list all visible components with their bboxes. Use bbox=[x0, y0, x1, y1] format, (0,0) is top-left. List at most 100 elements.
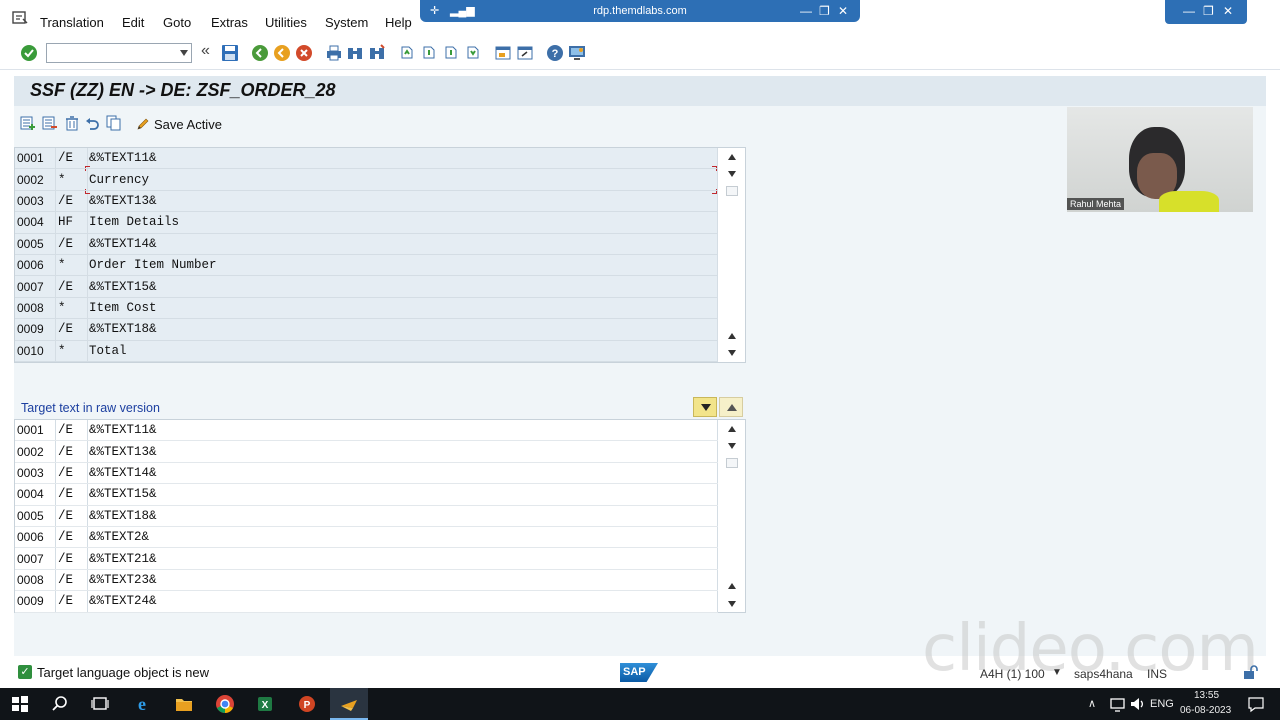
scroll-down-icon[interactable] bbox=[728, 350, 736, 356]
table-row[interactable]: 0010 * Total bbox=[15, 341, 718, 362]
excel-icon[interactable]: X bbox=[255, 694, 275, 714]
table-row[interactable]: 0006/E &%TEXT2& bbox=[15, 527, 718, 549]
format-column[interactable]: HF bbox=[58, 215, 73, 229]
chrome-icon[interactable] bbox=[215, 694, 235, 714]
vertical-scrollbar[interactable] bbox=[717, 420, 745, 612]
command-input[interactable] bbox=[47, 44, 167, 62]
lock-icon[interactable] bbox=[1243, 665, 1259, 679]
table-row[interactable]: 0004/E &%TEXT15& bbox=[15, 484, 718, 506]
format-column[interactable]: /E bbox=[58, 194, 73, 208]
text-line[interactable]: Item Details bbox=[89, 215, 179, 229]
shortcut-icon[interactable] bbox=[516, 44, 534, 62]
menu-system[interactable]: System bbox=[325, 15, 368, 30]
text-line[interactable]: &%TEXT14& bbox=[89, 237, 157, 251]
clock-time[interactable]: 13:55 bbox=[1194, 690, 1219, 701]
text-line[interactable]: &%TEXT18& bbox=[89, 322, 157, 336]
format-column[interactable]: /E bbox=[58, 280, 73, 294]
table-row[interactable]: 0008 * Item Cost bbox=[15, 298, 718, 320]
text-line[interactable]: &%TEXT14& bbox=[89, 466, 157, 480]
rdp-minimize-icon[interactable]: — bbox=[800, 0, 812, 22]
text-line[interactable]: &%TEXT18& bbox=[89, 509, 157, 523]
menu-goto[interactable]: Goto bbox=[163, 15, 191, 30]
table-row[interactable]: 0007/E &%TEXT15& bbox=[15, 276, 718, 298]
table-row[interactable]: 0002/E &%TEXT13& bbox=[15, 441, 718, 463]
scroll-down-icon[interactable] bbox=[728, 601, 736, 607]
vertical-scrollbar[interactable] bbox=[717, 148, 745, 362]
find-icon[interactable] bbox=[346, 44, 364, 62]
text-line[interactable]: &%TEXT13& bbox=[89, 445, 157, 459]
text-line[interactable]: Currency bbox=[89, 173, 149, 187]
collapse-icon[interactable]: « bbox=[201, 42, 219, 60]
format-column[interactable]: /E bbox=[58, 423, 73, 437]
new-session-icon[interactable] bbox=[494, 44, 512, 62]
print-icon[interactable] bbox=[325, 44, 343, 62]
format-column[interactable]: /E bbox=[58, 530, 73, 544]
text-line[interactable]: &%TEXT2& bbox=[89, 530, 149, 544]
network-icon[interactable] bbox=[1108, 694, 1128, 714]
menu-edit[interactable]: Edit bbox=[122, 15, 144, 30]
help-icon[interactable]: ? bbox=[546, 44, 564, 62]
find-next-icon[interactable] bbox=[368, 44, 386, 62]
chevron-up-icon[interactable]: ∧ bbox=[1088, 697, 1096, 710]
cancel-icon[interactable] bbox=[295, 44, 313, 62]
sap-gui-taskbar-button[interactable] bbox=[330, 688, 368, 720]
scroll-down-icon[interactable] bbox=[728, 171, 736, 177]
format-column[interactable]: /E bbox=[58, 552, 73, 566]
scroll-thumb[interactable] bbox=[726, 186, 738, 196]
text-line[interactable]: Item Cost bbox=[89, 301, 157, 315]
format-column[interactable]: /E bbox=[58, 466, 73, 480]
customize-layout-icon[interactable] bbox=[568, 44, 586, 62]
command-field[interactable] bbox=[46, 43, 192, 63]
table-row[interactable]: 0005/E &%TEXT18& bbox=[15, 506, 718, 527]
restore-icon[interactable]: ❐ bbox=[1203, 4, 1214, 18]
format-column[interactable]: /E bbox=[58, 445, 73, 459]
windows-start-icon[interactable] bbox=[10, 694, 30, 714]
collapse-button[interactable] bbox=[693, 397, 717, 417]
insert-line-icon[interactable] bbox=[20, 115, 36, 131]
format-column[interactable]: * bbox=[58, 258, 66, 272]
volume-icon[interactable] bbox=[1128, 694, 1148, 714]
table-row[interactable]: 0006 * Order Item Number bbox=[15, 255, 718, 277]
scroll-up-icon[interactable] bbox=[728, 583, 736, 589]
table-row[interactable]: 0003/E &%TEXT13& bbox=[15, 191, 718, 213]
menu-translation[interactable]: Translation bbox=[40, 15, 104, 30]
pin-icon[interactable]: ✛ bbox=[430, 0, 439, 22]
back-icon[interactable] bbox=[251, 44, 269, 62]
undo-icon[interactable] bbox=[84, 115, 100, 131]
rdp-close-icon[interactable]: ✕ bbox=[838, 0, 848, 22]
expand-button[interactable] bbox=[719, 397, 743, 417]
clock-date[interactable]: 06-08-2023 bbox=[1180, 705, 1231, 716]
format-column[interactable]: /E bbox=[58, 509, 73, 523]
text-line[interactable]: &%TEXT15& bbox=[89, 280, 157, 294]
table-row[interactable]: 0004 HF Item Details bbox=[15, 212, 718, 234]
text-line[interactable]: &%TEXT24& bbox=[89, 594, 157, 608]
format-column[interactable]: * bbox=[58, 344, 66, 358]
chevron-down-icon[interactable]: ▼ bbox=[1052, 667, 1062, 678]
copy-icon[interactable] bbox=[106, 115, 122, 131]
edge-browser-icon[interactable]: e bbox=[132, 694, 152, 714]
table-row[interactable]: 0001/E &%TEXT11& bbox=[15, 420, 718, 442]
text-line[interactable]: Order Item Number bbox=[89, 258, 217, 272]
exit-icon[interactable] bbox=[273, 44, 291, 62]
format-column[interactable]: /E bbox=[58, 573, 73, 587]
powerpoint-icon[interactable]: P bbox=[297, 694, 317, 714]
enter-icon[interactable] bbox=[20, 44, 38, 62]
scroll-up-icon[interactable] bbox=[728, 426, 736, 432]
scroll-up-icon[interactable] bbox=[728, 333, 736, 339]
trash-icon[interactable] bbox=[64, 115, 80, 131]
next-page-icon[interactable] bbox=[442, 44, 460, 62]
menu-utilities[interactable]: Utilities bbox=[265, 15, 307, 30]
table-row[interactable]: 0001/E &%TEXT11& bbox=[15, 148, 718, 170]
save-icon[interactable] bbox=[221, 44, 239, 62]
text-line[interactable]: &%TEXT23& bbox=[89, 573, 157, 587]
delete-line-icon[interactable] bbox=[42, 115, 58, 131]
format-column[interactable]: /E bbox=[58, 237, 73, 251]
table-row[interactable]: 0003/E &%TEXT14& bbox=[15, 463, 718, 485]
table-row[interactable]: 0008/E &%TEXT23& bbox=[15, 570, 718, 592]
format-column[interactable]: * bbox=[58, 301, 66, 315]
search-icon[interactable] bbox=[50, 694, 70, 714]
menu-help[interactable]: Help bbox=[385, 15, 412, 30]
text-line[interactable]: &%TEXT13& bbox=[89, 194, 157, 208]
scroll-up-icon[interactable] bbox=[728, 154, 736, 160]
source-text-table[interactable]: 0001/E &%TEXT11& 0002 * Currency 0003/E &%TEXT… bbox=[14, 147, 746, 363]
